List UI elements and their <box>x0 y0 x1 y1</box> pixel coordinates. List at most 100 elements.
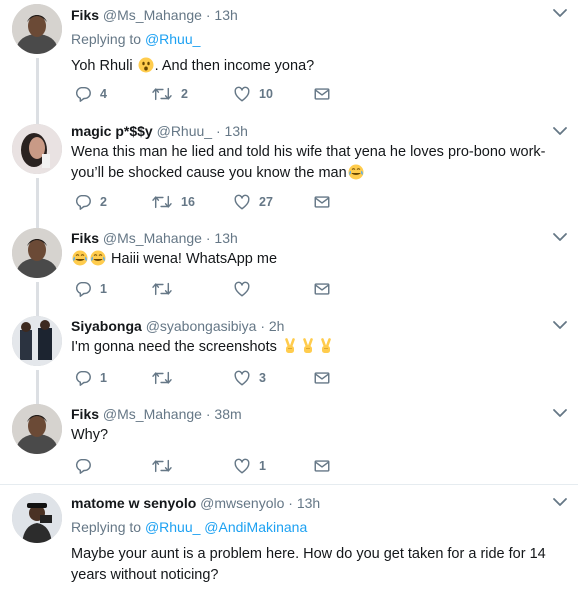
replying-to-label: Replying to <box>71 31 142 47</box>
mention-link[interactable]: @Rhuu_ <box>145 31 200 47</box>
direct-message-icon <box>313 369 331 387</box>
tweet-actions: 4 2 10 <box>71 84 341 104</box>
reply-button[interactable]: 2 <box>74 192 107 212</box>
avatar[interactable] <box>12 4 62 54</box>
timestamp[interactable]: 13h <box>297 495 320 511</box>
retweet-icon <box>151 369 173 387</box>
user-handle[interactable]: @Ms_Mahange <box>103 406 202 422</box>
tweet[interactable]: matome w senyolo @mwsenyolo · 13h Replyi… <box>0 485 578 589</box>
avatar[interactable] <box>12 493 62 543</box>
direct-message-icon <box>313 280 331 298</box>
like-icon <box>233 280 251 298</box>
thread-line <box>36 370 39 400</box>
retweet-button[interactable] <box>151 368 181 388</box>
face-with-tears-of-joy-emoji-icon <box>348 164 364 180</box>
user-name[interactable]: Siyabonga <box>71 318 142 334</box>
like-count: 27 <box>259 195 273 209</box>
retweet-icon <box>151 85 173 103</box>
user-handle[interactable]: @syabongasibiya <box>146 318 257 334</box>
retweet-button[interactable]: 2 <box>151 84 188 104</box>
reply-button[interactable]: 4 <box>74 84 107 104</box>
timestamp[interactable]: 2h <box>269 318 285 334</box>
tweet-text: Maybe your aunt is a problem here. How d… <box>71 546 546 583</box>
mention-link[interactable]: @AndiMakinana <box>204 519 307 535</box>
tweet-text-part: . And then income yona? <box>154 58 315 74</box>
victory-hand-emoji-icon <box>300 338 316 354</box>
avatar[interactable] <box>12 124 62 174</box>
tweet-actions: 1 3 <box>71 368 341 388</box>
tweet[interactable]: Fiks @Ms_Mahange · 38m Why? 1 <box>0 400 578 484</box>
caret-down-icon[interactable] <box>552 497 568 507</box>
like-button[interactable]: 10 <box>233 84 273 104</box>
caret-down-icon[interactable] <box>552 408 568 418</box>
direct-message-button[interactable] <box>313 456 331 476</box>
reply-icon <box>74 369 92 387</box>
tweet-text: Why? <box>71 427 109 443</box>
retweet-icon <box>151 280 173 298</box>
caret-down-icon[interactable] <box>552 8 568 18</box>
direct-message-icon <box>313 457 331 475</box>
direct-message-icon <box>313 193 331 211</box>
user-name[interactable]: Fiks <box>71 230 99 246</box>
user-name[interactable]: Fiks <box>71 7 99 23</box>
mention-link[interactable]: @Rhuu_ <box>145 519 200 535</box>
user-handle[interactable]: @Rhuu_ <box>157 123 212 139</box>
tweet-text-part: Haiii wena! WhatsApp me <box>111 251 278 267</box>
like-count: 3 <box>259 371 266 385</box>
like-icon <box>233 193 251 211</box>
like-button[interactable]: 3 <box>233 368 266 388</box>
user-name[interactable]: magic p*$$y <box>71 123 153 139</box>
direct-message-button[interactable] <box>313 84 331 104</box>
avatar[interactable] <box>12 316 62 366</box>
reply-count: 1 <box>100 282 107 296</box>
reply-button[interactable] <box>74 456 100 476</box>
user-handle[interactable]: @mwsenyolo <box>200 495 284 511</box>
tweet[interactable]: Fiks @Ms_Mahange · 13h Haiii wena! Whats… <box>0 224 578 312</box>
tweet-text: Haiii wena! WhatsApp me <box>71 249 558 270</box>
reply-icon <box>74 457 92 475</box>
like-icon <box>233 457 251 475</box>
avatar[interactable] <box>12 228 62 278</box>
like-count: 1 <box>259 459 266 473</box>
like-button[interactable] <box>233 279 259 299</box>
victory-hand-emoji-icon <box>318 338 334 354</box>
timestamp[interactable]: 13h <box>214 7 237 23</box>
victory-hand-emoji-icon <box>282 338 298 354</box>
retweet-button[interactable] <box>151 279 181 299</box>
timestamp[interactable]: 13h <box>225 123 248 139</box>
tweet[interactable]: magic p*$$y @Rhuu_ · 13h Wena this man h… <box>0 120 578 224</box>
avatar[interactable] <box>12 404 62 454</box>
user-name[interactable]: matome w senyolo <box>71 495 196 511</box>
like-count: 10 <box>259 87 273 101</box>
tweet-text-part: Wena this man he lied and told his wife … <box>71 144 546 181</box>
separator-dot: · <box>260 318 265 334</box>
separator-dot: · <box>205 406 211 422</box>
user-name[interactable]: Fiks <box>71 406 99 422</box>
direct-message-button[interactable] <box>313 192 331 212</box>
reply-button[interactable]: 1 <box>74 368 107 388</box>
reply-count: 1 <box>100 371 107 385</box>
caret-down-icon[interactable] <box>552 126 568 136</box>
timestamp[interactable]: 38m <box>214 406 241 422</box>
user-handle[interactable]: @Ms_Mahange <box>103 230 202 246</box>
retweet-icon <box>151 193 173 211</box>
replying-to: Replying to @Rhuu_ @AndiMakinana <box>71 518 558 536</box>
replying-to-label: Replying to <box>71 519 142 535</box>
user-handle[interactable]: @Ms_Mahange <box>103 7 202 23</box>
retweet-button[interactable]: 16 <box>151 192 195 212</box>
reply-button[interactable]: 1 <box>74 279 107 299</box>
retweet-button[interactable] <box>151 456 181 476</box>
tweet[interactable]: Fiks @Ms_Mahange · 13h Replying to @Rhuu… <box>0 0 578 120</box>
direct-message-button[interactable] <box>313 368 331 388</box>
tweet[interactable]: Siyabonga @syabongasibiya · 2h I'm gonna… <box>0 312 578 400</box>
like-button[interactable]: 27 <box>233 192 273 212</box>
tweet-text: I'm gonna need the screenshots <box>71 337 558 358</box>
caret-down-icon[interactable] <box>552 232 568 242</box>
caret-down-icon[interactable] <box>552 320 568 330</box>
reply-icon <box>74 280 92 298</box>
tweet-text: Wena this man he lied and told his wife … <box>71 142 558 184</box>
like-button[interactable]: 1 <box>233 456 266 476</box>
timestamp[interactable]: 13h <box>214 230 237 246</box>
direct-message-button[interactable] <box>313 279 331 299</box>
thread-line <box>36 282 39 312</box>
